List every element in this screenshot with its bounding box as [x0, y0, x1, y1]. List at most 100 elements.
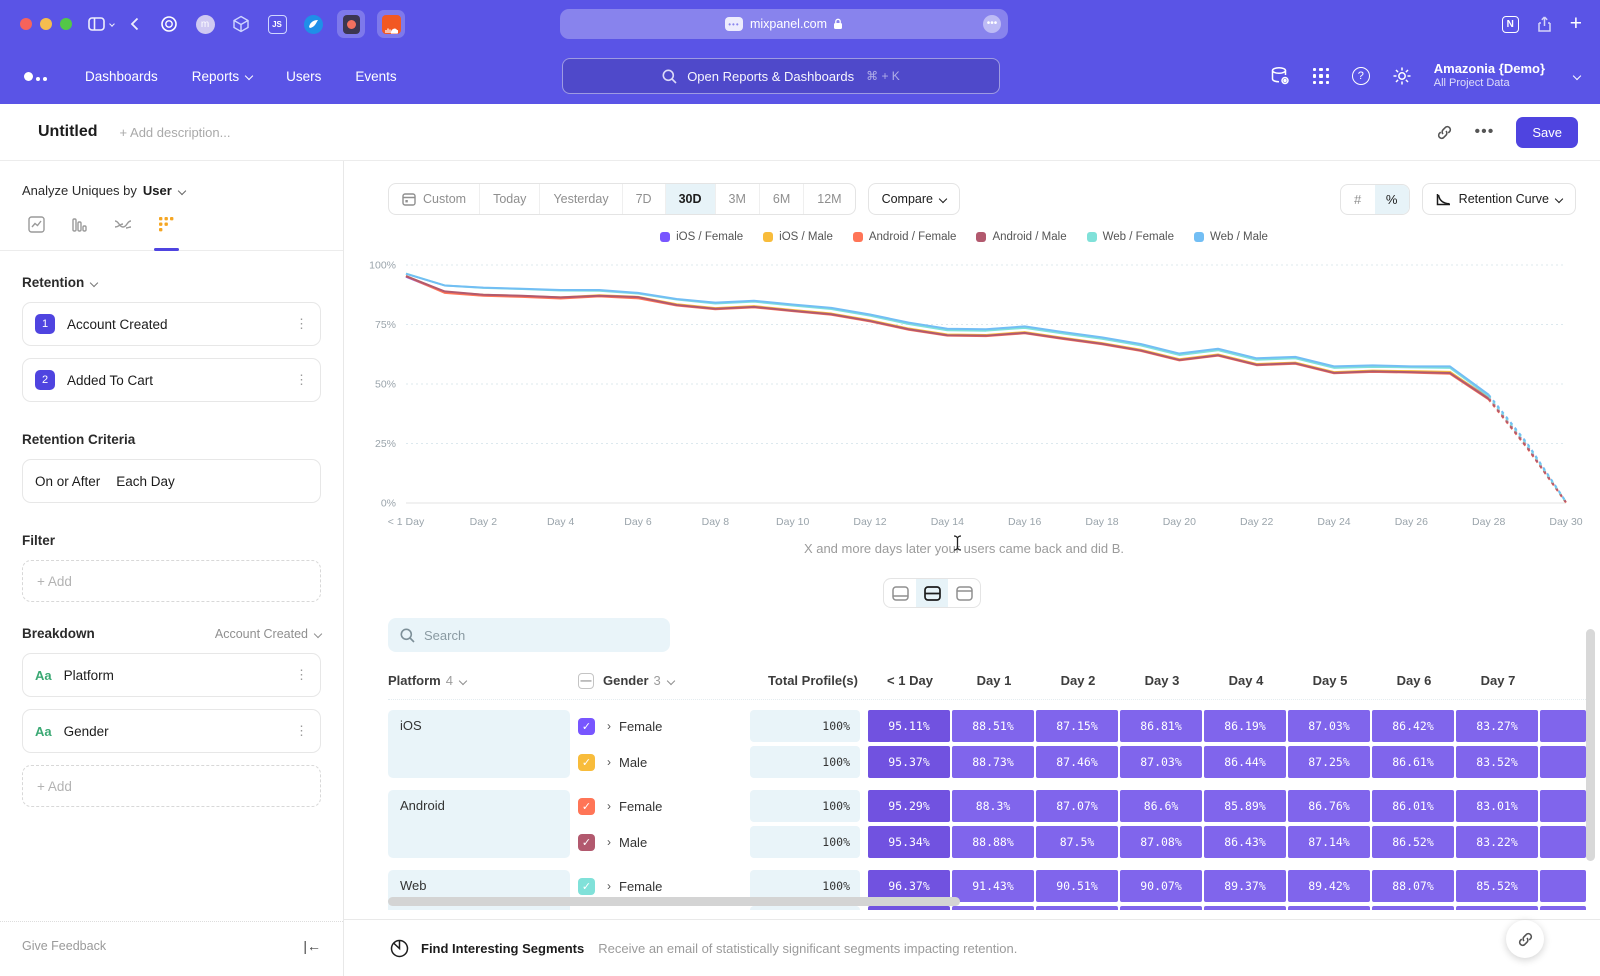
tab-funnels[interactable] [71, 216, 88, 250]
bird-extension-icon[interactable] [301, 12, 325, 36]
retention-value-cell[interactable]: 83.52% [1456, 746, 1538, 778]
range-30d[interactable]: 30D [666, 184, 716, 214]
expand-chevron-icon[interactable]: › [607, 879, 611, 893]
layout-table-only-button[interactable] [948, 579, 980, 607]
table-search-input[interactable] [424, 628, 644, 643]
retention-value-cell[interactable]: 86.43% [1204, 826, 1286, 858]
retention-value-cell[interactable]: 89.46% [1288, 906, 1370, 910]
retention-value-cell[interactable]: 95.11% [868, 710, 950, 742]
more-options-icon[interactable]: ••• [1475, 123, 1495, 141]
gender-column-header[interactable]: — Gender3 [578, 673, 750, 689]
retention-value-cell[interactable]: 87.5% [1036, 826, 1118, 858]
series-checkbox[interactable]: ✓ [578, 878, 595, 895]
retention-value-cell[interactable]: 86.61% [1372, 746, 1454, 778]
share-icon[interactable] [1537, 16, 1552, 33]
layout-chart-only-button[interactable] [884, 579, 916, 607]
retention-value-cell[interactable]: 89.42% [1288, 870, 1370, 902]
tab-insights[interactable] [28, 216, 45, 250]
absolute-mode-button[interactable]: # [1341, 185, 1375, 214]
day-column-header[interactable]: Day 3 [1120, 673, 1204, 688]
apps-grid-icon[interactable] [1313, 68, 1330, 85]
retention-value-cell[interactable]: 86.81% [1120, 710, 1202, 742]
retention-value-cell[interactable]: 85.52% [1456, 870, 1538, 902]
nav-link-dashboards[interactable]: Dashboards [85, 69, 158, 84]
analyze-entity-select[interactable]: User [143, 183, 172, 198]
js-extension-icon[interactable]: JS [265, 12, 289, 36]
retention-value-cell[interactable]: 88.51% [952, 710, 1034, 742]
retention-value-cell[interactable]: 90.01% [1120, 906, 1202, 910]
breakdown-options-icon[interactable]: ⋮ [295, 667, 308, 683]
reader-extension-icon[interactable] [337, 10, 365, 38]
vertical-scrollbar[interactable] [1586, 629, 1595, 861]
tab-flows[interactable] [114, 216, 132, 250]
retention-value-cell[interactable]: 83.27% [1456, 710, 1538, 742]
retention-value-cell[interactable]: 95.34% [868, 826, 950, 858]
retention-value-cell[interactable]: 86.42% [1372, 710, 1454, 742]
retention-value-cell[interactable]: 88.73% [952, 746, 1034, 778]
range-7d[interactable]: 7D [623, 184, 666, 214]
retention-value-cell[interactable]: 86.19% [1204, 710, 1286, 742]
nav-link-reports[interactable]: Reports [192, 69, 252, 84]
window-controls[interactable] [20, 18, 72, 30]
minimize-window-button[interactable] [40, 18, 52, 30]
horizontal-scrollbar[interactable] [388, 897, 960, 906]
close-window-button[interactable] [20, 18, 32, 30]
range-today[interactable]: Today [480, 184, 540, 214]
day-column-header[interactable]: Day 5 [1288, 673, 1372, 688]
retention-value-cell[interactable]: 88.3% [952, 790, 1034, 822]
platform-cell[interactable]: iOS [388, 710, 570, 778]
platform-cell[interactable]: Android [388, 790, 570, 858]
retention-value-cell[interactable]: 95.37% [868, 746, 950, 778]
range-3m[interactable]: 3M [716, 184, 760, 214]
retention-chart[interactable]: 100%75%50%25%0%< 1 DayDay 2Day 4Day 6Day… [350, 251, 1594, 536]
retention-value-cell[interactable]: 95.29% [868, 790, 950, 822]
retention-value-cell[interactable]: 96.34% [868, 906, 950, 910]
cube-extension-icon[interactable] [229, 12, 253, 36]
report-title[interactable]: Untitled [38, 123, 98, 141]
series-checkbox[interactable]: ✓ [578, 718, 595, 735]
day-column-header[interactable]: Day 6 [1372, 673, 1456, 688]
legend-item[interactable]: iOS / Female [660, 231, 743, 243]
retention-value-cell[interactable]: 89.48% [1204, 906, 1286, 910]
criteria-interval[interactable]: Each Day [116, 474, 175, 489]
retention-value-cell[interactable]: 87.03% [1120, 746, 1202, 778]
add-breakdown-button[interactable]: + Add [22, 765, 321, 807]
retention-value-cell[interactable]: 83.22% [1456, 826, 1538, 858]
compare-button[interactable]: Compare [868, 183, 960, 215]
expand-chevron-icon[interactable]: › [607, 755, 611, 769]
range-yesterday[interactable]: Yesterday [540, 184, 622, 214]
nav-link-users[interactable]: Users [286, 69, 321, 84]
legend-item[interactable]: iOS / Male [763, 231, 833, 243]
retention-value-cell[interactable]: 85.89% [1204, 790, 1286, 822]
retention-value-cell[interactable]: 87.46% [1036, 746, 1118, 778]
step-card-added-to-cart[interactable]: 2 Added To Cart ⋮ [22, 358, 321, 402]
expand-chevron-icon[interactable]: › [607, 799, 611, 813]
retention-value-cell[interactable]: 87.08% [1120, 826, 1202, 858]
retention-value-cell[interactable]: 85.67% [1456, 906, 1538, 910]
add-filter-button[interactable]: + Add [22, 560, 321, 602]
breakdown-options-icon[interactable]: ⋮ [295, 723, 308, 739]
day-column-header[interactable]: Day 1 [952, 673, 1036, 688]
retention-section-label[interactable]: Retention [22, 275, 84, 290]
data-management-icon[interactable] [1269, 65, 1291, 87]
legend-item[interactable]: Web / Female [1087, 231, 1174, 243]
global-search[interactable]: Open Reports & Dashboards ⌘ + K [562, 58, 1000, 94]
criteria-mode[interactable]: On or After [35, 474, 100, 489]
sidebar-toggle-icon[interactable] [88, 17, 114, 31]
legend-item[interactable]: Android / Female [853, 231, 957, 243]
series-checkbox[interactable]: ✓ [578, 798, 595, 815]
find-segments-link[interactable]: Find Interesting Segments [421, 941, 584, 956]
retention-value-cell[interactable]: 87.25% [1288, 746, 1370, 778]
select-all-checkbox[interactable]: — [578, 673, 594, 689]
series-checkbox[interactable]: ✓ [578, 754, 595, 771]
range-6m[interactable]: 6M [760, 184, 804, 214]
breakdown-card-gender[interactable]: Aa Gender ⋮ [22, 709, 321, 753]
retention-value-cell[interactable]: 89.37% [1204, 870, 1286, 902]
retention-value-cell[interactable]: 86.6% [1120, 790, 1202, 822]
copy-link-icon[interactable] [1436, 124, 1453, 141]
legend-item[interactable]: Web / Male [1194, 231, 1268, 243]
settings-gear-icon[interactable] [1392, 66, 1412, 86]
retention-value-cell[interactable]: 88.34% [1372, 906, 1454, 910]
step-options-icon[interactable]: ⋮ [295, 372, 308, 388]
add-description[interactable]: + Add description... [120, 125, 231, 140]
